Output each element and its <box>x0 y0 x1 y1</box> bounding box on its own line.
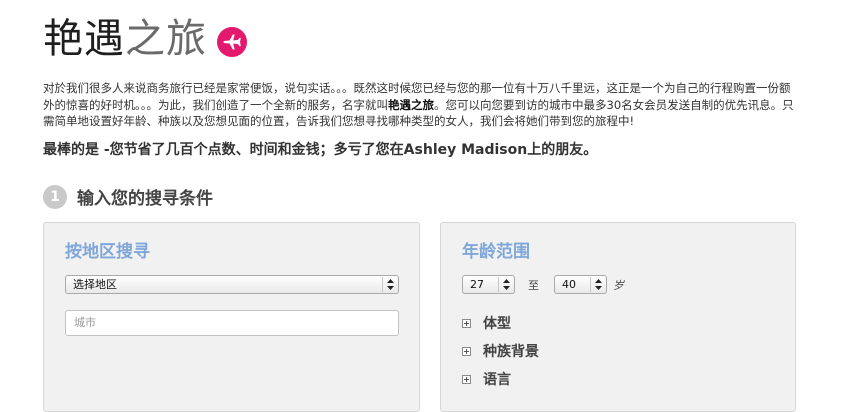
step-title: 输入您的搜寻条件 <box>77 189 213 209</box>
expand-plus-icon[interactable] <box>462 318 471 328</box>
age-unit-label: 岁 <box>613 279 624 292</box>
filter-label: 种族背景 <box>483 344 539 360</box>
filter-ethnicity[interactable]: 种族背景 <box>462 341 539 361</box>
expand-plus-icon[interactable] <box>462 374 471 384</box>
updown-arrows-icon <box>382 277 397 292</box>
brand-name: 艳遇之旅 <box>388 97 434 112</box>
location-panel-title: 按地区搜寻 <box>65 242 150 262</box>
age-to-value: 40 <box>562 278 576 291</box>
step-number-badge: 1 <box>43 184 67 209</box>
age-to-select[interactable]: 40 <box>554 275 607 294</box>
filter-label: 体型 <box>483 316 511 332</box>
city-input[interactable]: 城市 <box>65 310 399 336</box>
airplane-icon <box>217 27 247 57</box>
expand-plus-icon[interactable] <box>462 346 471 356</box>
updown-arrows-icon <box>498 277 513 292</box>
title-main: 艳遇 <box>43 16 125 62</box>
updown-arrows-icon <box>590 277 605 292</box>
filter-body-type[interactable]: 体型 <box>462 313 511 333</box>
region-select-value: 选择地区 <box>73 278 117 291</box>
age-panel-title: 年龄范围 <box>462 242 530 262</box>
region-select[interactable]: 选择地区 <box>65 275 399 294</box>
best-feature-text: 最棒的是 -您节省了几百个点数、时间和金钱；多亏了您在Ashley Madiso… <box>43 142 598 158</box>
intro-paragraph: 对於我们很多人来说商务旅行已经是家常便饭，说句实话。。。既然这时候您已经与您的那… <box>43 80 795 130</box>
filter-language[interactable]: 语言 <box>462 369 511 389</box>
age-from-value: 27 <box>470 278 484 291</box>
location-search-panel: 按地区搜寻 选择地区 城市 <box>43 222 420 412</box>
page-title: 艳遇之旅 <box>43 14 207 64</box>
title-sub: 之旅 <box>125 16 207 62</box>
step-header: 1 输入您的搜寻条件 <box>43 184 213 209</box>
age-range-separator: 至 <box>528 279 539 292</box>
page-header: 艳遇之旅 <box>43 14 247 64</box>
age-from-select[interactable]: 27 <box>462 275 515 294</box>
age-range-panel: 年龄范围 27 至 40 岁 体型 种族背景 语言 <box>440 222 796 412</box>
filter-label: 语言 <box>483 372 511 388</box>
